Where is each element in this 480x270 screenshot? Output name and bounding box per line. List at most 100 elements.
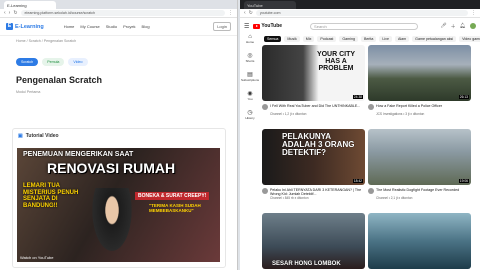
badge-row: Scratch Pemula Video (0, 46, 237, 66)
right-address-bar: ‹ ↻ youtube.com ⋮ (240, 9, 480, 18)
video-card[interactable]: PELAKUNYA ADALAH 3 ORANG DETEKTIF? 18:42 P… (262, 129, 365, 200)
video-text-line2: RENOVASI RUMAH (47, 160, 176, 176)
sidebar-item-shorts[interactable]: ◎ Shorts (240, 52, 260, 63)
sidebar-item-home[interactable]: ⌂ Home (240, 34, 260, 44)
shorts-icon: ◎ (247, 53, 253, 59)
watch-on-youtube-link[interactable]: Watch on YouTube (20, 255, 54, 260)
video-title[interactable]: The Most Realistic Dogfight Footage Ever… (368, 188, 471, 196)
left-active-tab[interactable]: E-Learning (4, 1, 56, 9)
video-title[interactable]: How a Fake Report Killed a Police Office… (368, 104, 471, 112)
video-card[interactable]: SESAR HONG LOMBOK (262, 213, 365, 269)
nav-item-blog[interactable]: Blog (142, 24, 150, 29)
chip-8[interactable]: Game petualangan aksi (412, 36, 457, 42)
video-thumbnail[interactable]: PELAKUNYA ADALAH 3 ORANG DETEKTIF? 18:42 (262, 129, 365, 185)
right-url-field[interactable]: youtube.com (255, 10, 468, 16)
video-section-title: Tutorial Video (25, 133, 59, 139)
video-meta: Channel • 845 rb x ditonton (270, 196, 309, 200)
video-card: ▣ Tutorial Video PENEMUAN MENGERIKAN SAA… (12, 128, 226, 268)
sidebar-item-label: Subscriptions (240, 78, 259, 82)
top-nav: Home My Course Studio Proyek Blog (64, 24, 150, 29)
login-button[interactable]: Login (213, 22, 231, 31)
menu-dots-icon[interactable]: ⋮ (471, 10, 476, 16)
left-address-bar: ‹ › ↻ elearning.platform-sekolah.id/cour… (0, 9, 237, 18)
search-input[interactable]: Search (310, 22, 419, 30)
badge-level: Pemula (42, 58, 65, 66)
chip-1[interactable]: Musik (284, 36, 300, 42)
video-thumbnail[interactable]: 26:13 (368, 45, 471, 101)
video-duration: 26:13 (458, 95, 469, 99)
chip-6[interactable]: Live (379, 36, 392, 42)
video-meta: Channel • 1,2 jt x ditonton (270, 112, 307, 116)
back-icon[interactable]: ‹ (4, 10, 6, 16)
video-text-line1: PENEMUAN MENGERIKAN SAAT (23, 151, 134, 158)
chip-7[interactable]: Alam (394, 36, 410, 42)
sidebar-item-label: Home (245, 40, 254, 44)
chip-5[interactable]: Berita (360, 36, 377, 42)
video-meta: Channel • 2,1 jt x ditonton (376, 196, 413, 200)
left-browser-window: E-Learning ‹ › ↻ elearning.platform-seko… (0, 0, 238, 270)
video-text-tag: BONEKA & SURAT CREEPY! (135, 192, 210, 200)
video-duration: 24:38 (352, 95, 363, 99)
video-thumbnail[interactable]: YOUR CITY HAS A PROBLEM 24:38 (262, 45, 365, 101)
video-duration: 19:06 (458, 179, 469, 183)
video-duration: 18:42 (352, 179, 363, 183)
nav-item-proyek[interactable]: Proyek (123, 24, 135, 29)
reload-icon[interactable]: ↻ (249, 10, 253, 16)
right-tab-strip: YouTube (240, 0, 480, 9)
video-thumbnail[interactable] (368, 213, 471, 269)
chip-9[interactable]: Video game (459, 36, 480, 42)
chip-4[interactable]: Gaming (339, 36, 358, 42)
sidebar-item-subscriptions[interactable]: ▤ Subscriptions (240, 71, 260, 82)
sidebar-item-label: Shorts (245, 59, 255, 63)
embedded-video-player[interactable]: PENEMUAN MENGERIKAN SAAT RENOVASI RUMAH … (17, 148, 220, 262)
nav-item-studio[interactable]: Studio (106, 24, 117, 29)
youtube-header: ☰ YouTube Search 🎤︎ ＋ 🔔︎ (240, 18, 480, 34)
header-actions: 🎤︎ ＋ 🔔︎ (440, 22, 476, 30)
site-brand[interactable]: E E-Learning (6, 23, 44, 30)
presenter-image (87, 188, 137, 262)
video-card[interactable] (368, 213, 471, 269)
video-card[interactable]: 19:06 The Most Realistic Dogfight Footage… (368, 129, 471, 200)
bell-icon[interactable]: 🔔︎ (460, 23, 466, 30)
brand-logo-icon: E (6, 23, 13, 30)
video-title[interactable]: I Fell With Real YouTuber and Did The UN… (262, 104, 365, 112)
left-tab-strip: E-Learning (0, 0, 237, 9)
chip-2[interactable]: Mix (302, 36, 315, 42)
thumbnail-overlay-text: PELAKUNYA ADALAH 3 ORANG DETEKTIF? (282, 132, 355, 157)
chip-3[interactable]: Podcast (317, 36, 337, 42)
youtube-logo[interactable]: YouTube (253, 23, 282, 29)
left-url-field[interactable]: elearning.platform-sekolah.id/course/scr… (20, 10, 225, 16)
menu-dots-icon[interactable]: ⋮ (228, 10, 233, 16)
mic-icon[interactable]: 🎤︎ (440, 23, 446, 30)
site-header: E E-Learning Home My Course Studio Proye… (0, 18, 237, 36)
create-icon[interactable]: ＋ (451, 23, 456, 30)
video-meta: JCS Investigations • 3 jt x ditonton (376, 112, 425, 116)
badge-scratch: Scratch (16, 58, 39, 66)
hamburger-menu-icon[interactable]: ☰ (244, 23, 249, 30)
video-title[interactable]: Pelaku Ini Ahli TERNYATA DARI 3 KETERANG… (262, 188, 365, 196)
nav-item-my-course[interactable]: My Course (80, 24, 99, 29)
nav-item-home[interactable]: Home (64, 24, 75, 29)
brand-name: E-Learning (15, 23, 44, 30)
subscriptions-icon: ▤ (247, 72, 253, 78)
history-icon: ◷ (247, 110, 253, 116)
reload-icon[interactable]: ↻ (13, 10, 17, 16)
video-card[interactable]: 26:13 How a Fake Report Killed a Police O… (368, 45, 471, 116)
video-card-header: ▣ Tutorial Video (13, 129, 225, 143)
video-thumbnail[interactable]: 19:06 (368, 129, 471, 185)
avatar[interactable] (470, 22, 476, 29)
youtube-sidebar: ⌂ Home ◎ Shorts ▤ Subscriptions ◉ You ◷ History (240, 34, 260, 128)
video-text-line5: "TERIMA KASIH SUDAH MEMBEBASKANKU" (149, 203, 201, 213)
sidebar-item-history[interactable]: ◷ History (240, 109, 260, 120)
back-icon[interactable]: ‹ (244, 10, 246, 16)
video-icon: ▣ (18, 133, 23, 139)
sidebar-item-you[interactable]: ◉ You (240, 90, 260, 101)
chip-0[interactable]: Semua (264, 36, 282, 42)
breadcrumb: Home / Scratch / Pengenalan Scratch (16, 39, 77, 43)
badge-type: Video (68, 58, 88, 66)
right-active-tab[interactable]: YouTube (244, 1, 296, 9)
video-thumbnail[interactable]: SESAR HONG LOMBOK (262, 213, 365, 269)
video-card[interactable]: YOUR CITY HAS A PROBLEM 24:38 I Fell With … (262, 45, 365, 116)
forward-icon[interactable]: › (9, 10, 11, 16)
video-text-line3: LEMARI TUA MISTERIUS PENUH SENJATA DI BA… (23, 183, 79, 209)
